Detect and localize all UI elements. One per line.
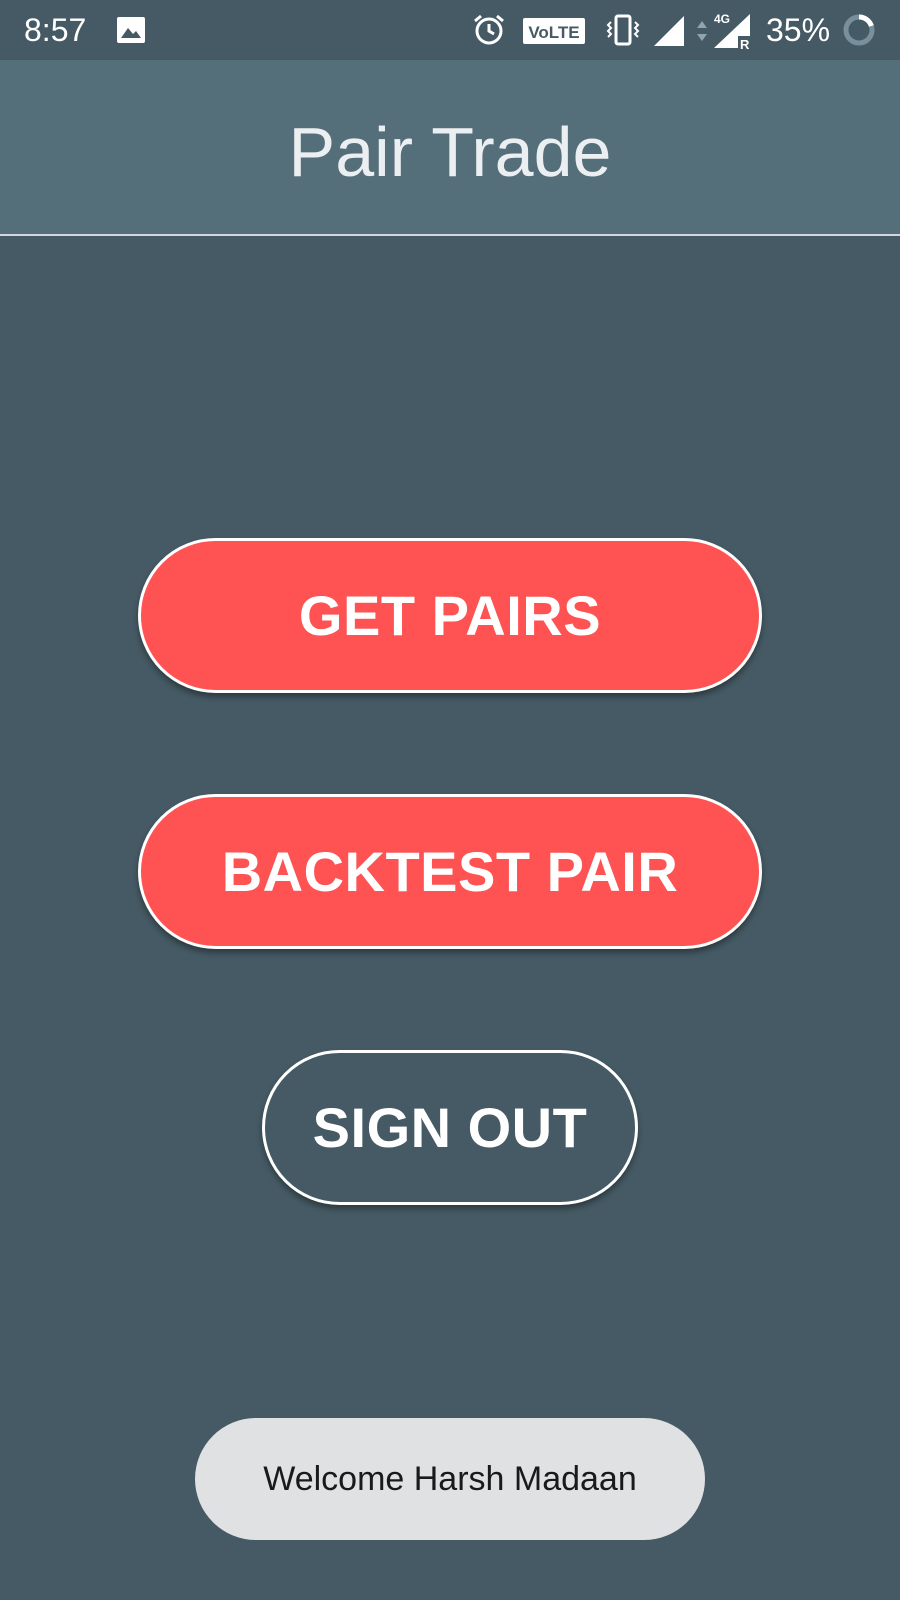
status-time: 8:57 — [24, 12, 87, 48]
welcome-toast: Welcome Harsh Madaan — [195, 1418, 705, 1540]
toast-message: Welcome Harsh Madaan — [263, 1459, 637, 1498]
image-icon — [116, 16, 146, 49]
get-pairs-label: GET PAIRS — [298, 584, 602, 647]
sign-out-button[interactable]: SIGN OUT — [262, 1050, 638, 1205]
roaming-label: R — [740, 37, 750, 50]
signal-icon — [652, 14, 686, 53]
battery-icon — [842, 13, 876, 52]
vibrate-icon — [604, 13, 642, 52]
get-pairs-button[interactable]: GET PAIRS — [138, 538, 762, 693]
status-bar: 8:57 VoLTE 4G R 35% — [0, 0, 900, 60]
page-title: Pair Trade — [288, 113, 612, 191]
battery-percent: 35% — [766, 12, 831, 48]
backtest-pair-label: BACKTEST PAIR — [221, 840, 679, 903]
data-arrows-icon — [696, 20, 708, 47]
signal-4g-icon: 4G R — [712, 8, 752, 55]
backtest-pair-button[interactable]: BACKTEST PAIR — [138, 794, 762, 949]
network-label: 4G — [714, 12, 730, 26]
volte-icon: VoLTE — [522, 16, 586, 51]
app-bar: Pair Trade — [0, 60, 900, 236]
volte-label: VoLTE — [528, 23, 579, 42]
alarm-icon — [472, 13, 506, 52]
sign-out-label: SIGN OUT — [312, 1096, 588, 1159]
